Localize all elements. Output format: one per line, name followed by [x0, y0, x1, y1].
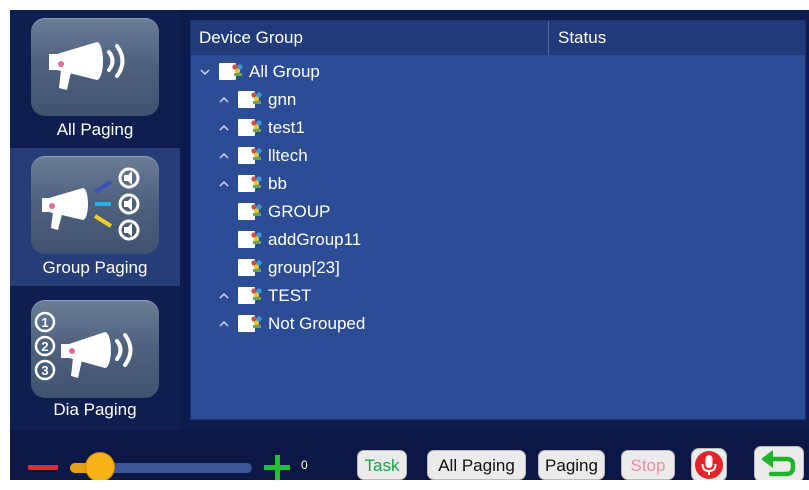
- tree-row[interactable]: GROUP: [191, 199, 805, 225]
- svg-text:3: 3: [41, 363, 48, 378]
- svg-text:1: 1: [41, 315, 48, 330]
- column-header-device-group[interactable]: Device Group: [191, 21, 549, 55]
- tree-row[interactable]: All Group: [191, 59, 805, 85]
- group-people-icon: [251, 288, 262, 300]
- tree-row-label: addGroup11: [268, 230, 362, 249]
- tree-row[interactable]: TEST: [191, 283, 805, 309]
- group-people-icon: [232, 64, 243, 76]
- tree-row-label: Not Grouped: [268, 314, 366, 333]
- back-button[interactable]: [754, 446, 804, 480]
- tree-row-label: GROUP: [268, 202, 331, 221]
- sidebar-item-label: All Paging: [56, 120, 134, 139]
- group-megaphone-icon: [31, 156, 159, 254]
- microphone-icon: [695, 451, 723, 479]
- chevron-up-icon[interactable]: [218, 290, 230, 302]
- tree-row-label: bb: [268, 174, 287, 193]
- tree-row-label: lltech: [268, 146, 308, 165]
- device-group-table: Device Group Status All Group gnn test1 llt…: [190, 20, 806, 420]
- tree-row-label: All Group: [249, 62, 320, 81]
- chevron-up-icon[interactable]: [218, 94, 230, 106]
- numbered-megaphone-icon: 1 2 3: [31, 300, 159, 398]
- volume-down-button[interactable]: [28, 465, 58, 470]
- chevron-up-icon[interactable]: [218, 122, 230, 134]
- chevron-up-icon[interactable]: [218, 150, 230, 162]
- sidebar-item-dia-paging[interactable]: 1 2 3 Dia Paging: [10, 292, 180, 430]
- sidebar-item-label: Group Paging: [42, 258, 148, 277]
- bottom-toolbar: 0 Task All Paging Paging Stop: [10, 430, 809, 480]
- megaphone-icon: [31, 18, 159, 116]
- volume-value: 0: [301, 458, 308, 472]
- tree-row[interactable]: lltech: [191, 143, 805, 169]
- group-people-icon: [251, 204, 262, 216]
- sidebar-item-group-paging[interactable]: Group Paging: [10, 148, 180, 286]
- column-header-status[interactable]: Status: [550, 21, 805, 55]
- tree-row-label: TEST: [268, 286, 312, 305]
- table-header: Device Group Status: [191, 21, 805, 55]
- group-people-icon: [251, 316, 262, 328]
- paging-app: All Paging Group Paging 1 2 3 Dia Paging…: [10, 10, 809, 480]
- group-people-icon: [251, 260, 262, 272]
- tree-row-label: gnn: [268, 90, 297, 109]
- group-people-icon: [251, 176, 262, 188]
- tree-row[interactable]: group[23]: [191, 255, 805, 281]
- stop-button[interactable]: Stop: [621, 450, 675, 480]
- volume-slider-handle[interactable]: [86, 453, 115, 480]
- paging-button[interactable]: Paging: [538, 450, 605, 480]
- group-people-icon: [251, 92, 262, 104]
- tree-row-label: group[23]: [268, 258, 340, 277]
- tree-row[interactable]: Not Grouped: [191, 311, 805, 337]
- sidebar: All Paging Group Paging 1 2 3 Dia Paging: [10, 10, 180, 430]
- task-button[interactable]: Task: [357, 450, 407, 480]
- tree-row-label: test1: [268, 118, 305, 137]
- all-paging-button[interactable]: All Paging: [427, 450, 526, 480]
- chevron-down-icon[interactable]: [199, 66, 211, 78]
- group-people-icon: [251, 120, 262, 132]
- group-people-icon: [251, 232, 262, 244]
- sidebar-item-label: Dia Paging: [53, 400, 137, 419]
- chevron-up-icon[interactable]: [218, 178, 230, 190]
- tree-row[interactable]: addGroup11: [191, 227, 805, 253]
- group-people-icon: [251, 148, 262, 160]
- screen: All Paging Group Paging 1 2 3 Dia Paging…: [0, 0, 809, 490]
- return-arrow-icon: [761, 450, 796, 477]
- tree-row[interactable]: test1: [191, 115, 805, 141]
- tree-row[interactable]: bb: [191, 171, 805, 197]
- svg-text:2: 2: [41, 339, 48, 354]
- sidebar-item-all-paging[interactable]: All Paging: [10, 10, 180, 148]
- chevron-up-icon[interactable]: [218, 318, 230, 330]
- volume-up-button-vertical[interactable]: [274, 455, 280, 480]
- main-content: Device Group Status All Group gnn test1 llt…: [180, 10, 809, 430]
- tree-row[interactable]: gnn: [191, 87, 805, 113]
- microphone-button[interactable]: [691, 448, 727, 480]
